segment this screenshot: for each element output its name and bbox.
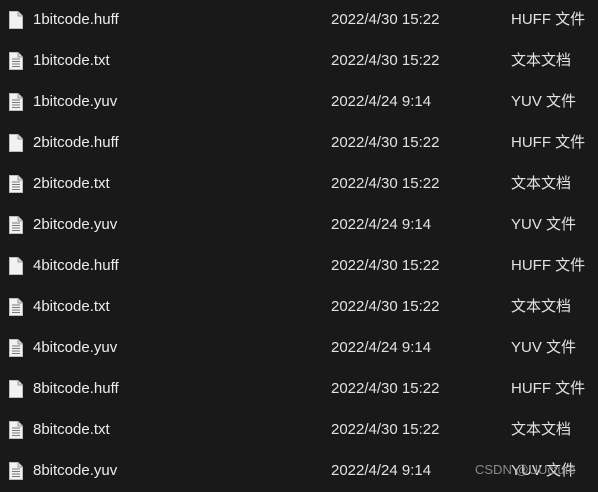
text-file-icon xyxy=(9,298,23,316)
file-name: 1bitcode.huff xyxy=(33,11,119,28)
file-type: HUFF 文件 xyxy=(511,380,586,397)
text-file-icon xyxy=(9,52,23,70)
file-modified-date: 2022/4/30 15:22 xyxy=(331,380,440,397)
file-row[interactable]: 1bitcode.huff 2022/4/30 15:22 HUFF 文件 xyxy=(0,0,598,41)
file-name: 2bitcode.huff xyxy=(33,134,119,151)
file-name: 1bitcode.yuv xyxy=(33,93,118,110)
blank-file-icon xyxy=(9,380,23,398)
file-row[interactable]: 2bitcode.huff 2022/4/30 15:22 HUFF 文件 xyxy=(0,123,598,164)
file-row[interactable]: 2bitcode.txt 2022/4/30 15:22 文本文档 xyxy=(0,164,598,205)
file-row[interactable]: 1bitcode.txt 2022/4/30 15:22 文本文档 xyxy=(0,41,598,82)
file-modified-date: 2022/4/30 15:22 xyxy=(331,52,440,69)
file-name: 4bitcode.huff xyxy=(33,257,119,274)
watermark: CSDN @UUctute xyxy=(475,462,576,477)
file-name: 8bitcode.huff xyxy=(33,380,119,397)
text-file-icon xyxy=(9,339,23,357)
file-type: 文本文档 xyxy=(511,421,572,438)
file-name: 8bitcode.yuv xyxy=(33,462,118,479)
file-type: YUV 文件 xyxy=(511,339,577,356)
file-row[interactable]: 2bitcode.yuv 2022/4/24 9:14 YUV 文件 xyxy=(0,205,598,246)
text-file-icon xyxy=(9,175,23,193)
file-row[interactable]: 8bitcode.huff 2022/4/30 15:22 HUFF 文件 xyxy=(0,369,598,410)
file-list: 1bitcode.huff 2022/4/30 15:22 HUFF 文件 1bitc… xyxy=(0,0,598,488)
file-modified-date: 2022/4/30 15:22 xyxy=(331,175,440,192)
file-modified-date: 2022/4/24 9:14 xyxy=(331,462,432,479)
file-type: 文本文档 xyxy=(511,298,572,315)
text-file-icon xyxy=(9,216,23,234)
blank-file-icon xyxy=(9,257,23,275)
text-file-icon xyxy=(9,93,23,111)
file-type: HUFF 文件 xyxy=(511,11,586,28)
file-name: 2bitcode.txt xyxy=(33,175,110,192)
file-row[interactable]: 8bitcode.txt 2022/4/30 15:22 文本文档 xyxy=(0,410,598,451)
file-modified-date: 2022/4/30 15:22 xyxy=(331,298,440,315)
file-type: HUFF 文件 xyxy=(511,134,586,151)
file-type: YUV 文件 xyxy=(511,93,577,110)
file-name: 4bitcode.txt xyxy=(33,298,110,315)
file-modified-date: 2022/4/30 15:22 xyxy=(331,11,440,28)
file-name: 1bitcode.txt xyxy=(33,52,110,69)
file-modified-date: 2022/4/24 9:14 xyxy=(331,339,432,356)
file-type: YUV 文件 xyxy=(511,216,577,233)
blank-file-icon xyxy=(9,134,23,152)
text-file-icon xyxy=(9,462,23,480)
file-type: 文本文档 xyxy=(511,52,572,69)
blank-file-icon xyxy=(9,11,23,29)
text-file-icon xyxy=(9,421,23,439)
file-modified-date: 2022/4/24 9:14 xyxy=(331,93,432,110)
file-modified-date: 2022/4/30 15:22 xyxy=(331,134,440,151)
file-modified-date: 2022/4/30 15:22 xyxy=(331,257,440,274)
file-row[interactable]: 4bitcode.huff 2022/4/30 15:22 HUFF 文件 xyxy=(0,246,598,287)
file-row[interactable]: 4bitcode.yuv 2022/4/24 9:14 YUV 文件 xyxy=(0,328,598,369)
file-modified-date: 2022/4/30 15:22 xyxy=(331,421,440,438)
file-row[interactable]: 4bitcode.txt 2022/4/30 15:22 文本文档 xyxy=(0,287,598,328)
file-name: 8bitcode.txt xyxy=(33,421,110,438)
file-modified-date: 2022/4/24 9:14 xyxy=(331,216,432,233)
file-type: 文本文档 xyxy=(511,175,572,192)
file-type: HUFF 文件 xyxy=(511,257,586,274)
file-row[interactable]: 1bitcode.yuv 2022/4/24 9:14 YUV 文件 xyxy=(0,82,598,123)
file-name: 2bitcode.yuv xyxy=(33,216,118,233)
file-name: 4bitcode.yuv xyxy=(33,339,118,356)
